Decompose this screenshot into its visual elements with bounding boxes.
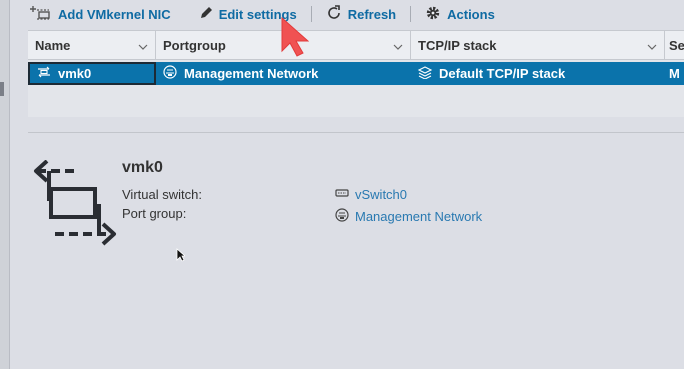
grid-header: Name Portgroup TCP/IP stack Se bbox=[28, 31, 684, 60]
vmkernel-nic-icon bbox=[37, 66, 58, 81]
port-group-label: Port group: bbox=[122, 206, 187, 221]
stack-layers-icon bbox=[417, 65, 439, 82]
virtual-switch-value: vSwitch0 bbox=[355, 187, 408, 202]
add-vmkernel-nic-label: Add VMkernel NIC bbox=[58, 6, 171, 22]
cell-name: vmk0 bbox=[28, 62, 156, 85]
refresh-label: Refresh bbox=[347, 6, 397, 22]
toolbar-separator bbox=[410, 6, 412, 22]
cell-tcpip-stack: Default TCP/IP stack bbox=[411, 62, 665, 85]
port-group-value: Management Network bbox=[355, 209, 483, 224]
column-header-tcpip-stack[interactable]: TCP/IP stack bbox=[411, 31, 665, 59]
refresh-icon bbox=[326, 4, 348, 24]
toolbar: Add VMkernel NIC Edit settings Refresh A… bbox=[28, 0, 684, 28]
nic-name: vmk0 bbox=[58, 66, 92, 81]
add-vmkernel-nic-button[interactable]: Add VMkernel NIC bbox=[28, 5, 171, 23]
nic-detail-title: vmk0 bbox=[122, 159, 163, 176]
mouse-cursor-icon bbox=[176, 248, 187, 265]
actions-label: Actions bbox=[447, 6, 495, 22]
pencil-icon bbox=[199, 6, 219, 23]
column-header-name[interactable]: Name bbox=[28, 31, 156, 59]
cell-services: M bbox=[665, 62, 684, 85]
network-icon bbox=[335, 208, 355, 225]
column-header-services[interactable]: Se bbox=[665, 31, 684, 59]
cell-portgroup: Management Network bbox=[156, 62, 411, 85]
vswitch-icon bbox=[335, 187, 355, 202]
pointer-cursor-icon bbox=[281, 16, 310, 60]
chevron-down-icon[interactable] bbox=[647, 38, 657, 53]
chevron-down-icon[interactable] bbox=[393, 38, 403, 53]
port-group-link[interactable]: Management Network bbox=[335, 208, 482, 225]
add-nic-icon bbox=[28, 5, 58, 23]
virtual-switch-link[interactable]: vSwitch0 bbox=[335, 187, 407, 202]
column-label: Se bbox=[669, 37, 684, 53]
column-label: TCP/IP stack bbox=[418, 37, 497, 53]
portgroup-value: Management Network bbox=[184, 66, 319, 81]
services-value: M bbox=[669, 66, 680, 81]
chevron-down-icon[interactable] bbox=[138, 38, 148, 53]
panel-divider[interactable] bbox=[28, 132, 684, 133]
column-label: Name bbox=[35, 37, 71, 53]
toolbar-separator bbox=[310, 6, 312, 22]
table-row[interactable]: vmk0 Management Network Default TCP/IP s… bbox=[28, 62, 684, 85]
left-navigator-edge bbox=[0, 0, 10, 369]
actions-button[interactable]: Actions bbox=[425, 5, 495, 24]
navigator-resize-handle[interactable] bbox=[0, 82, 4, 96]
virtual-switch-label: Virtual switch: bbox=[122, 187, 202, 202]
refresh-button[interactable]: Refresh bbox=[326, 4, 397, 24]
column-label: Portgroup bbox=[163, 37, 226, 53]
tcpip-stack-value: Default TCP/IP stack bbox=[439, 66, 566, 81]
vmkernel-adapter-icon bbox=[33, 159, 117, 249]
gear-icon bbox=[425, 5, 447, 24]
vmkernel-nic-grid: Name Portgroup TCP/IP stack Se vmk0 Mana… bbox=[28, 30, 684, 117]
network-icon bbox=[163, 65, 184, 82]
